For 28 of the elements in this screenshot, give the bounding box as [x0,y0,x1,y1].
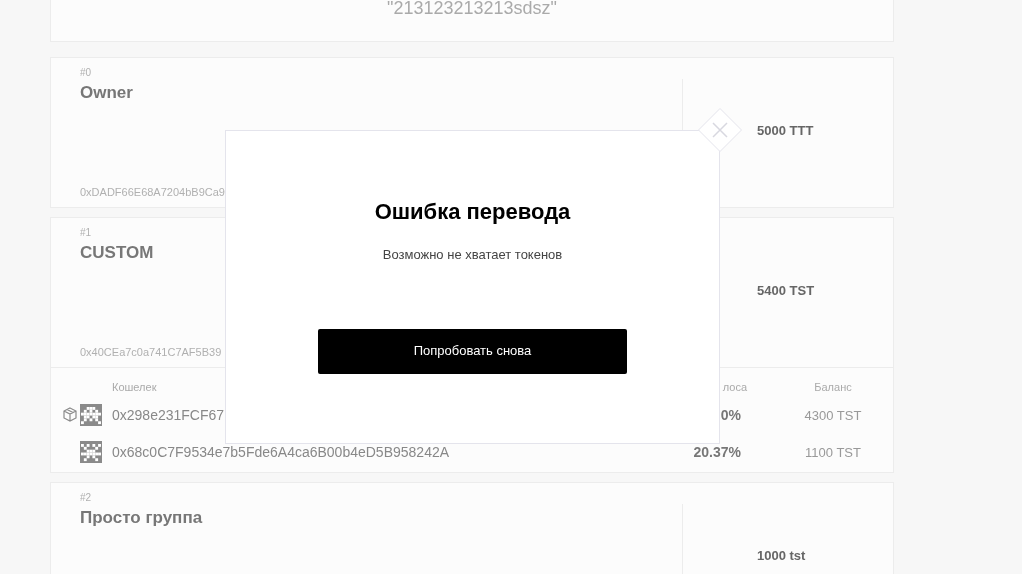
identicon-icon [80,440,102,463]
close-button[interactable] [698,108,742,152]
group-balance: 5400 TST [757,282,815,301]
dialog-message: Возможно не хватает токенов [382,246,563,264]
dialog-title: Ошибка перевода [374,199,571,225]
column-header: лоса [722,381,747,393]
vote-share: 0% [720,406,741,423]
column-header: Баланс [814,381,852,393]
cube-icon [62,407,77,422]
wallet-address: 0x68c0C7F9534e7b5Fde6A4ca6B00b4eD5B958242A [112,443,450,460]
retry-button[interactable]: Попробовать снова [318,328,627,374]
group-index: #2 [80,492,92,504]
group-balance: 1000 tst [757,547,806,566]
group-title: CUSTOM [80,243,154,263]
group-index: #0 [80,67,92,79]
column-header: Кошелек [112,381,157,393]
group-title: Owner [80,83,133,103]
wallet-address: 0x298e231FCF67 [112,406,225,423]
member-balance: 1100 TST [805,444,861,460]
member-balance: 4300 TST [804,407,862,423]
group-address: 0x40CEa7c0a741C7AF5B39 [80,346,222,359]
vote-share: 20.37% [693,443,741,460]
group-index: #1 [80,227,92,239]
group-balance: 5000 TTT [757,122,814,141]
identicon-icon [80,403,102,426]
value-text: "213123213213sdsz" [387,0,557,16]
group-address: 0xDADF66E68A7204bB9Ca9 [80,186,225,199]
group-title: Просто группа [80,508,203,528]
